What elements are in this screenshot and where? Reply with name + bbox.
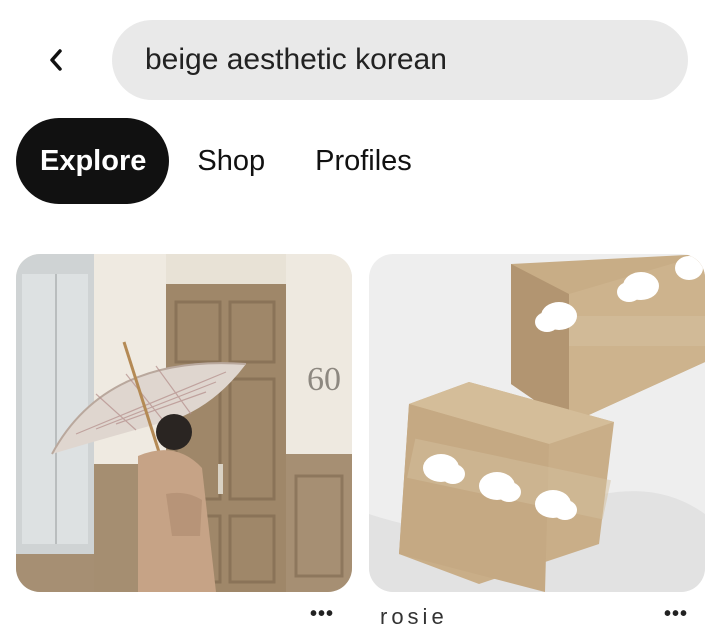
pin-more-button[interactable]: ••• (664, 604, 688, 624)
tab-label: Profiles (315, 144, 412, 177)
pin-more-button[interactable]: ••• (310, 604, 334, 624)
tab-label: Explore (40, 144, 147, 177)
tab-label: Shop (197, 144, 266, 177)
chevron-left-icon (50, 49, 62, 71)
tab-explore[interactable]: Explore (16, 118, 170, 204)
tab-shop[interactable]: Shop (197, 118, 265, 204)
tab-profiles[interactable]: Profiles (315, 118, 412, 204)
pin-image-boxes[interactable] (369, 254, 705, 592)
more-dots-icon: ••• (664, 603, 689, 625)
back-button[interactable] (38, 42, 74, 78)
pin-image-umbrella[interactable]: 60 (16, 254, 352, 592)
tab-bar: Explore Shop Profiles (16, 118, 412, 204)
more-dots-icon: ••• (310, 603, 335, 625)
pin-title: rosie (380, 604, 448, 629)
door-number: 60 (307, 361, 341, 398)
search-query: beige aesthetic korean (145, 43, 447, 76)
search-input[interactable]: beige aesthetic korean (112, 20, 688, 100)
